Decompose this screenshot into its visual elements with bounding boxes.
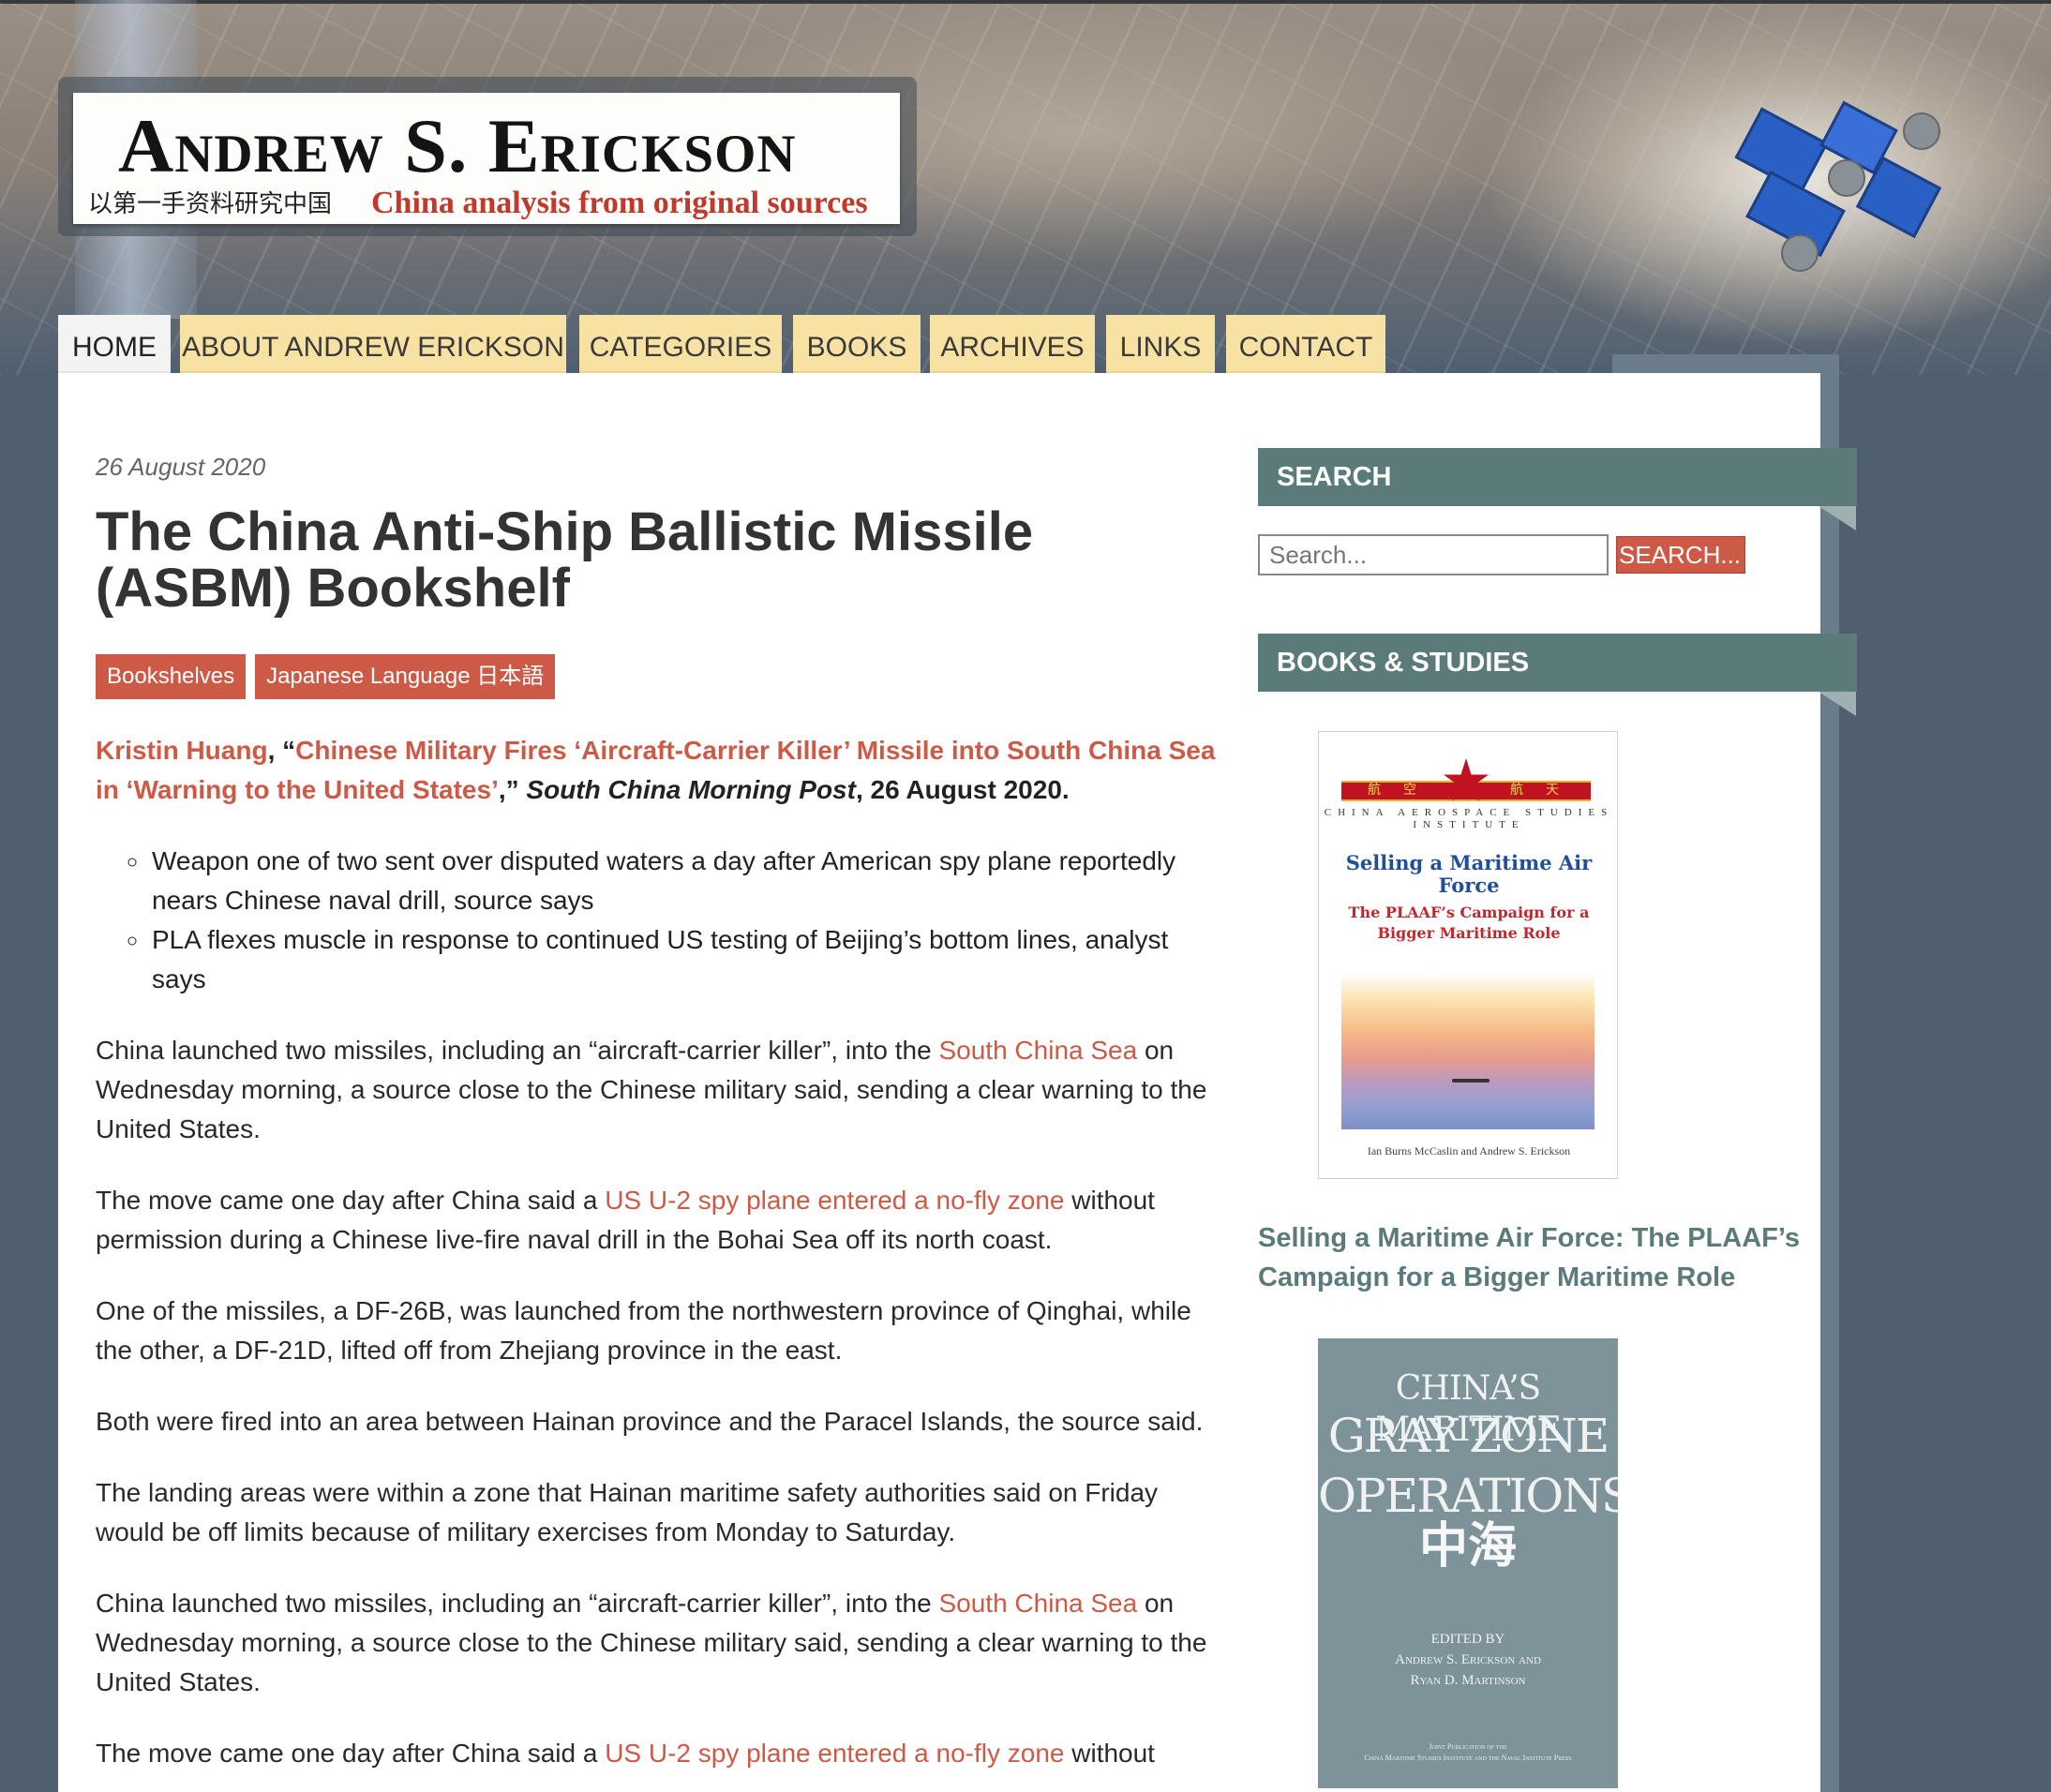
nav-about[interactable]: ABOUT ANDREW ERICKSON	[180, 315, 566, 373]
spy-plane-link[interactable]: US U-2 spy plane entered a no-fly zone	[605, 1739, 1064, 1768]
cover-sky-image	[1341, 972, 1594, 1129]
cover-publisher: Joint Publication of the China Maritime …	[1318, 1741, 1618, 1764]
book-title-link[interactable]: Selling a Maritime Air Force: The PLAAF’…	[1258, 1218, 1820, 1297]
book-cover-selling-maritime-air-force[interactable]: 航 空 航 天 CHINA AEROSPACE STUDIES INSTITUT…	[1318, 731, 1618, 1179]
citation-date: , 26 August 2020.	[855, 775, 1070, 804]
cover-authors: Ian Burns McCaslin and Andrew S. Erickso…	[1367, 1144, 1571, 1157]
citation-separator: ,”	[498, 775, 527, 804]
dome-shape	[1828, 159, 1865, 197]
paragraph: The move came one day after China said a…	[96, 1734, 1220, 1773]
paragraph: Both were fired into an area between Hai…	[96, 1407, 1204, 1436]
site-tagline-cn: 以第一手资料研究中国	[88, 190, 333, 218]
band-char: 航	[1510, 783, 1523, 798]
paragraph: China launched two missiles, including a…	[96, 1031, 1220, 1149]
paragraph-text: China launched two missiles, including a…	[96, 1589, 939, 1618]
nav-home[interactable]: HOME	[58, 315, 171, 373]
editor-line: EDITED BY	[1430, 1632, 1505, 1647]
summary-list: Weapon one of two sent over disputed wat…	[96, 842, 1220, 999]
widget-ribbon-tail	[1819, 506, 1856, 530]
header-top-line	[0, 0, 2051, 4]
search-button[interactable]: SEARCH...	[1616, 536, 1745, 574]
widget-ribbon-tail	[1819, 692, 1856, 716]
paragraph: The landing areas were within a zone tha…	[96, 1478, 1159, 1546]
paragraph-text: The move came one day after China said a	[96, 1739, 606, 1768]
publisher-line: Joint Publication of the	[1429, 1742, 1507, 1751]
paragraph-text: China launched two missiles, including a…	[96, 1036, 939, 1065]
paragraph-text: The move came one day after China said a	[96, 1186, 606, 1215]
book-cover-gray-zone-operations[interactable]: CHINA’S MARITIME GRAY ZONE OPERATIONS 中海…	[1318, 1338, 1618, 1788]
list-item: Weapon one of two sent over disputed wat…	[150, 842, 1220, 920]
editor-line: Andrew S. Erickson and	[1395, 1652, 1541, 1667]
post-article: 26 August 2020 The China Anti-Ship Balli…	[96, 448, 1220, 1773]
band-char: 天	[1546, 783, 1559, 798]
cover-calligraphy: 中海	[1418, 1517, 1517, 1575]
post-tags: Bookshelves Japanese Language 日本語	[96, 654, 1220, 699]
post-date: 26 August 2020	[96, 453, 266, 481]
south-china-sea-link[interactable]: South China Sea	[938, 1589, 1137, 1618]
south-china-sea-link[interactable]: South China Sea	[938, 1036, 1137, 1065]
nav-books[interactable]: BOOKS	[793, 315, 921, 373]
band-char: 空	[1403, 783, 1416, 798]
cover-title-line2: GRAY ZONE OPERATIONS	[1318, 1409, 1618, 1523]
site-tagline: China analysis from original sources	[371, 186, 868, 220]
plane-icon	[1452, 1079, 1490, 1083]
tag-bookshelves[interactable]: Bookshelves	[96, 654, 247, 699]
spy-plane-link[interactable]: US U-2 spy plane entered a no-fly zone	[605, 1186, 1064, 1215]
paragraph: One of the missiles, a DF-26B, was launc…	[96, 1296, 1191, 1365]
books-widget-title: BOOKS & STUDIES	[1258, 634, 1857, 692]
cover-title: Selling a Maritime Air Force	[1345, 851, 1593, 897]
tag-japanese[interactable]: Japanese Language 日本語	[255, 654, 556, 699]
nav-categories[interactable]: CATEGORIES	[579, 315, 782, 373]
paragraph-text: without	[1064, 1739, 1155, 1768]
paragraph: China launched two missiles, including a…	[96, 1584, 1220, 1702]
header-compound-image	[1725, 94, 1950, 272]
nav-contact[interactable]: CONTACT	[1226, 315, 1385, 373]
cover-editors: EDITED BY Andrew S. Erickson and Ryan D.…	[1318, 1629, 1618, 1691]
nav-links[interactable]: LINKS	[1106, 315, 1215, 373]
citation-separator: , “	[267, 736, 296, 765]
author-link[interactable]: Kristin Huang	[96, 736, 268, 765]
citation-source: South China Morning Post	[526, 775, 856, 804]
cover-subtitle: The PLAAF’s Campaign for a Bigger Mariti…	[1348, 903, 1590, 942]
publisher-line: China Maritime Studies Institute and the…	[1364, 1754, 1572, 1762]
post-citation: Kristin Huang, “Chinese Military Fires ‘…	[96, 731, 1220, 810]
nav-archives[interactable]: ARCHIVES	[930, 315, 1095, 373]
paragraph: The move came one day after China said a…	[96, 1181, 1220, 1260]
search-widget-title: SEARCH	[1258, 448, 1857, 506]
list-item: PLA flexes muscle in response to continu…	[150, 920, 1220, 999]
band-char: 航	[1368, 783, 1381, 798]
site-logo[interactable]: Andrew S. Erickson 以第一手资料研究中国 China anal…	[73, 93, 900, 224]
editor-line: Ryan D. Martinson	[1410, 1673, 1526, 1688]
dome-shape	[1781, 234, 1819, 272]
dome-shape	[1903, 112, 1940, 150]
cover-institute: CHINA AEROSPACE STUDIES INSTITUTE	[1324, 807, 1614, 830]
site-name: Andrew S. Erickson	[118, 103, 797, 188]
search-input[interactable]	[1258, 534, 1609, 575]
post-title[interactable]: The China Anti-Ship Ballistic Missile (A…	[96, 504, 1220, 617]
